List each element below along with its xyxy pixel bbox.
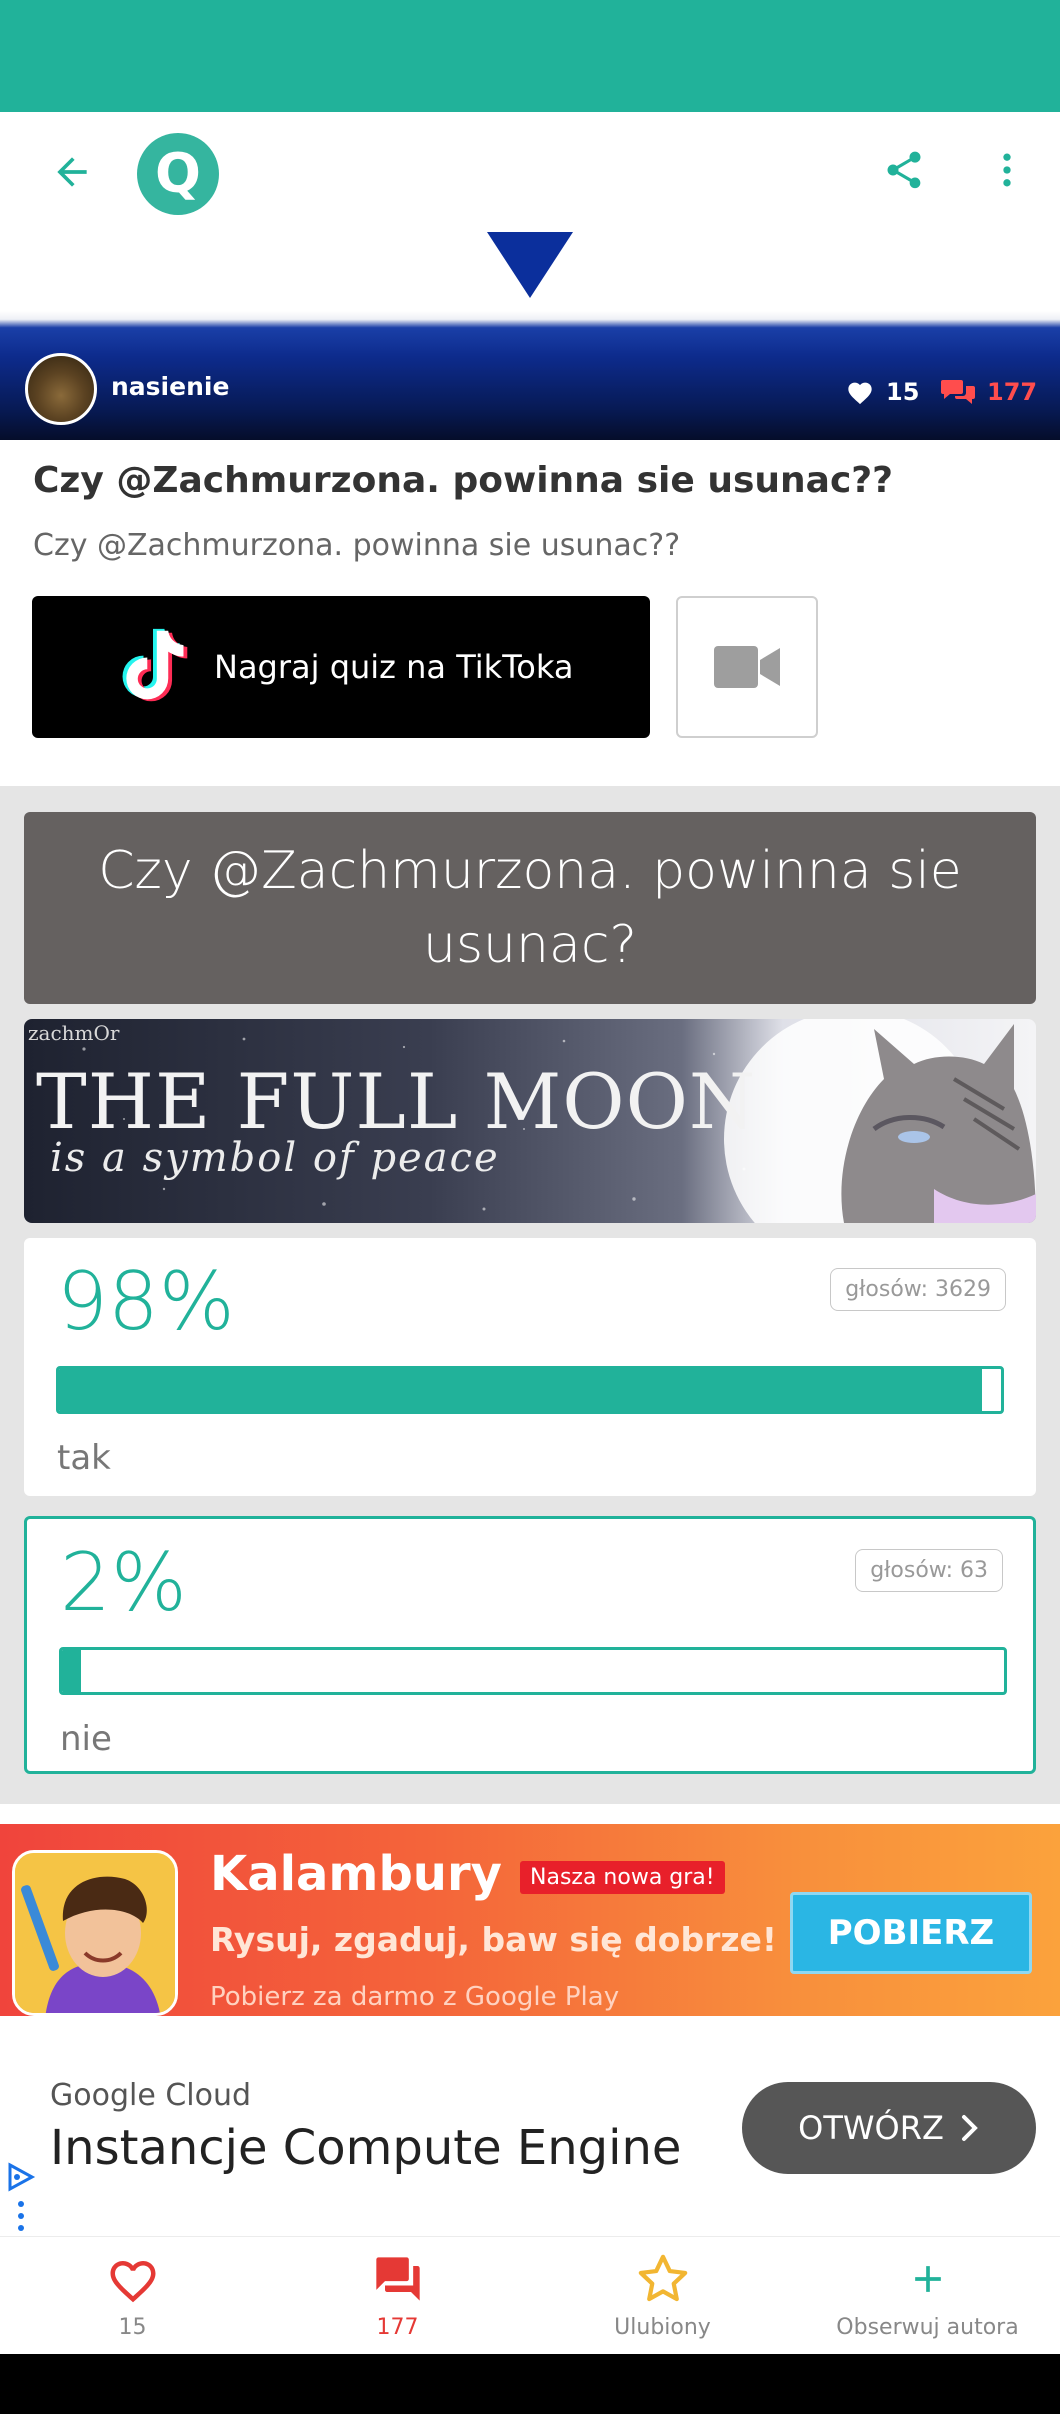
comments-count: 177: [987, 378, 1038, 406]
kalambury-title: Kalambury: [210, 1846, 502, 1902]
chevron-right-icon: [961, 2115, 978, 2141]
quiz-title: Czy @Zachmurzona. powinna sie usunac??: [33, 460, 894, 501]
tiktok-icon: [122, 628, 188, 702]
kalambury-subtitle: Rysuj, zgaduj, baw się dobrze!: [210, 1920, 777, 1959]
author-avatar[interactable]: [25, 353, 97, 425]
bottom-navigation: 15 177 Ulubiony Obserwuj autora: [0, 2236, 1060, 2354]
quiz-header: Czy @Zachmurzona. powinna sie usunac?? C…: [0, 440, 1060, 786]
nav-favorite[interactable]: Ulubiony: [530, 2251, 795, 2351]
poll-section: Czy @Zachmurzona. powinna sie usunac? za…: [0, 786, 1060, 1804]
app-bar: Q: [0, 112, 1060, 232]
nav-comments-label: 177: [376, 2315, 419, 2340]
quiz-description: Czy @Zachmurzona. powinna sie usunac??: [33, 528, 681, 563]
poll-option-nie[interactable]: 2% głosów: 63 nie: [24, 1516, 1036, 1774]
share-button[interactable]: [872, 138, 936, 202]
tiktok-record-button[interactable]: Nagraj quiz na TikToka: [32, 596, 650, 738]
arrow-left-icon: [57, 157, 87, 187]
ad-open-label: OTWÓRZ: [798, 2109, 944, 2147]
nav-follow-label: Obserwuj autora: [836, 2315, 1019, 2340]
tiktok-button-label: Nagraj quiz na TikToka: [214, 648, 574, 686]
quiz-cover: nasienie 15 177: [0, 232, 1060, 440]
option-votes-badge: głosów: 63: [855, 1549, 1003, 1592]
kalambury-character-art: [15, 1853, 175, 2013]
chat-bubbles-icon: [941, 380, 975, 404]
kalambury-download-button[interactable]: POBIERZ: [790, 1892, 1032, 1974]
video-record-button[interactable]: [676, 596, 818, 738]
likes-count: 15: [886, 378, 920, 406]
option-progress-bar: [59, 1647, 1007, 1695]
heart-outline-icon: [110, 2261, 155, 2303]
kalambury-badge: Nasza nowa gra!: [520, 1861, 725, 1894]
logo-letter: Q: [155, 142, 201, 205]
option-label: nie: [60, 1719, 112, 1759]
image-title: THE FULL MOON: [36, 1057, 757, 1146]
wolf-illustration: [841, 1024, 1036, 1223]
question-image: zachmOr THE FULL MOON is a symbol of pea…: [24, 1019, 1036, 1223]
heart-icon: [848, 382, 872, 405]
more-vert-icon: [1003, 153, 1011, 187]
forum-icon: [375, 2257, 420, 2301]
ad-title: Instancje Compute Engine: [50, 2120, 682, 2176]
nav-comments[interactable]: 177: [265, 2251, 530, 2351]
author-name[interactable]: nasienie: [111, 372, 229, 401]
system-navigation-bar: [0, 2354, 1060, 2414]
image-subtitle: is a symbol of peace: [50, 1135, 500, 1181]
plus-icon: [914, 2266, 941, 2292]
ad-options-icon[interactable]: [16, 2200, 26, 2232]
question-text: Czy @Zachmurzona. powinna sie usunac?: [98, 841, 962, 975]
option-percent: 2%: [60, 1536, 187, 1629]
question-box: Czy @Zachmurzona. powinna sie usunac?: [24, 812, 1036, 1004]
star-icon: [638, 2254, 687, 2302]
ad-open-button[interactable]: OTWÓRZ: [742, 2082, 1036, 2174]
more-options-button[interactable]: [975, 138, 1039, 202]
kalambury-ad-banner[interactable]: Kalambury Nasza nowa gra! Rysuj, zgaduj,…: [0, 1824, 1060, 2016]
image-watermark: zachmOr: [28, 1021, 120, 1045]
nav-favorite-label: Ulubiony: [614, 2315, 711, 2340]
poll-option-tak[interactable]: 98% głosów: 3629 tak: [24, 1238, 1036, 1496]
comments-counter: 177: [941, 378, 1037, 406]
option-progress-bar: [56, 1366, 1004, 1414]
option-label: tak: [57, 1438, 111, 1478]
app-logo: Q: [137, 133, 219, 215]
cover-graphic: [487, 232, 573, 298]
option-progress-fill: [59, 1369, 983, 1411]
ad-provider: Google Cloud: [50, 2078, 252, 2113]
google-ad[interactable]: Google Cloud Instancje Compute Engine OT…: [0, 2016, 1060, 2236]
nav-like[interactable]: 15: [0, 2251, 265, 2351]
video-camera-icon: [714, 646, 780, 688]
share-icon: [887, 151, 921, 189]
status-bar: [0, 0, 1060, 112]
option-percent: 98%: [57, 1255, 235, 1348]
option-votes-badge: głosów: 3629: [830, 1268, 1006, 1311]
adchoices-icon[interactable]: [6, 2162, 36, 2192]
nav-follow[interactable]: Obserwuj autora: [795, 2251, 1060, 2351]
kalambury-small-text: Pobierz za darmo z Google Play: [210, 1982, 620, 2012]
nav-like-label: 15: [118, 2315, 147, 2340]
back-button[interactable]: [40, 140, 104, 204]
option-progress-fill: [62, 1650, 81, 1692]
kalambury-app-icon: [12, 1850, 178, 2016]
likes-counter: 15: [846, 378, 919, 406]
